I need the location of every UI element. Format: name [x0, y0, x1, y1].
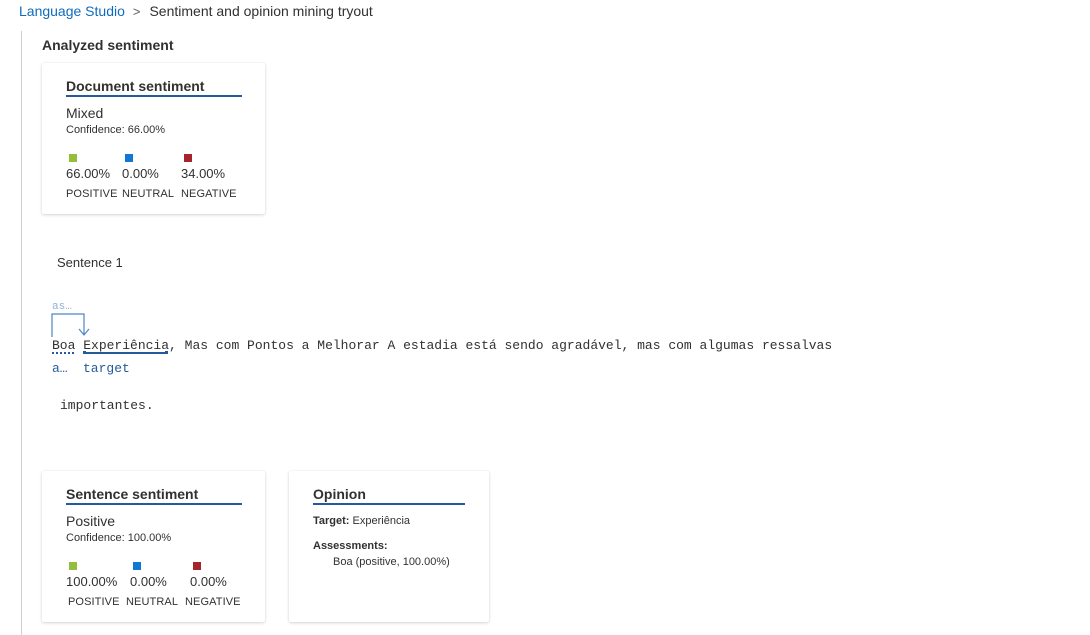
sentence-text-line-1: Boa Experiência, Mas com Pontos a Melhor… [52, 338, 832, 353]
assessment-tag[interactable]: a… [52, 361, 68, 376]
negative-color-swatch [193, 562, 201, 570]
opinion-assessments-label: Assessments: [313, 540, 388, 552]
sentence-score-positive: 100.00% POSITIVE [66, 562, 120, 608]
opinion-assessment-item: Boa (positive, 100.00%) [333, 556, 450, 568]
opinion-card: Opinion Target: Experiência Assessments:… [289, 471, 489, 622]
opinion-target-label: Target: [313, 515, 350, 527]
score-caption: NEUTRAL [126, 596, 179, 608]
sentence-score-neutral: 0.00% NEUTRAL [126, 562, 178, 608]
opinion-target: Target: Experiência [313, 515, 410, 527]
sentence-sentiment-label: Positive [66, 513, 116, 529]
sentence-text-line-2: importantes. [60, 398, 154, 413]
opinion-target-value: Experiência [352, 515, 411, 527]
sentence-sentiment-card: Sentence sentiment Positive Confidence: … [42, 471, 265, 622]
assessments-label: Assessments: [313, 540, 388, 552]
sentence-sentiment-title: Sentence sentiment [66, 486, 242, 505]
opinion-title: Opinion [313, 486, 465, 505]
sentence-score-negative: 0.00% NEGATIVE [185, 562, 241, 608]
sentence-sentiment-confidence: Confidence: 100.00% [66, 532, 172, 544]
score-value: 0.00% [130, 574, 167, 589]
target-word[interactable]: Experiência [83, 338, 169, 353]
score-value: 0.00% [190, 574, 227, 589]
score-caption: NEGATIVE [185, 596, 241, 608]
positive-color-swatch [69, 562, 77, 570]
neutral-color-swatch [133, 562, 141, 570]
score-caption: POSITIVE [68, 596, 120, 608]
target-tag[interactable]: target [83, 361, 130, 376]
assessment-word[interactable]: Boa [52, 338, 75, 353]
score-value: 100.00% [66, 574, 118, 589]
sentence-text: , Mas com Pontos a Melhorar A estadia es… [169, 338, 833, 353]
